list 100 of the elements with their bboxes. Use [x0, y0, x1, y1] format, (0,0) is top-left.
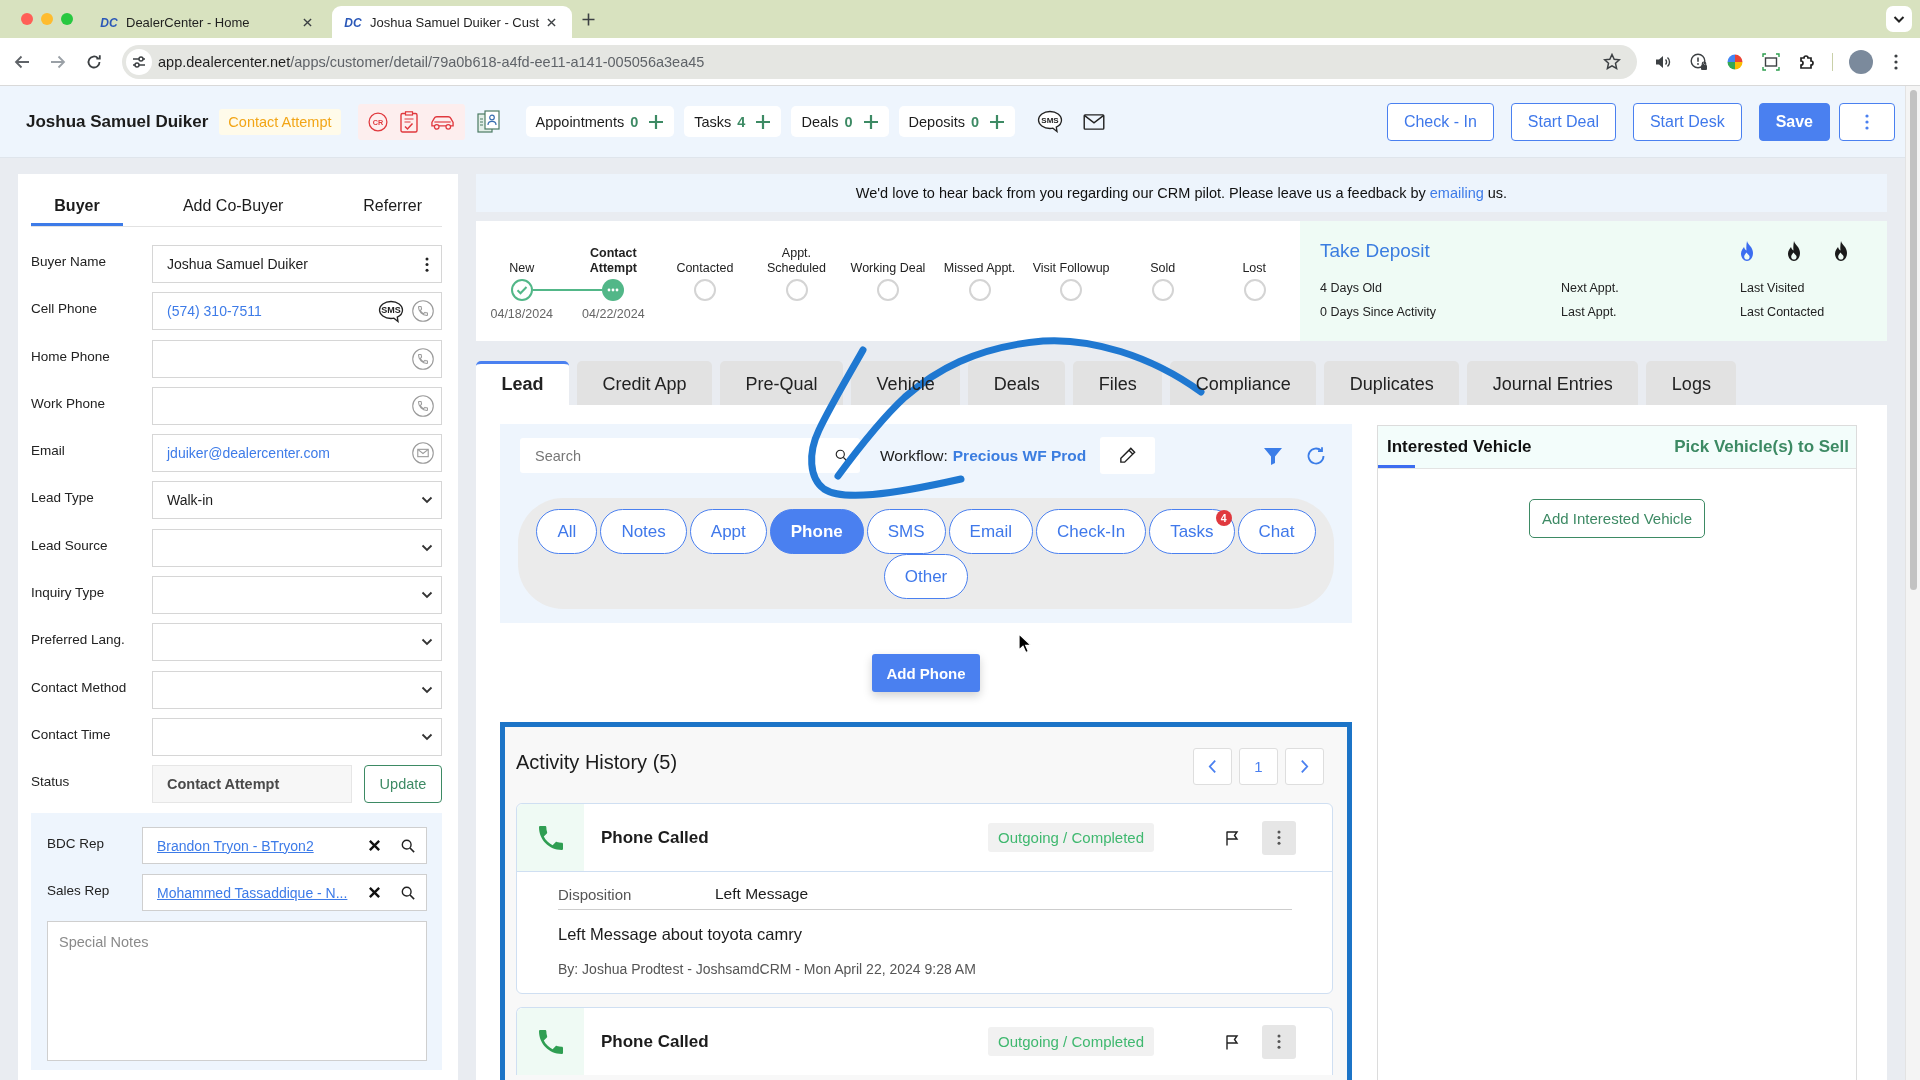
page-tab[interactable]: Logs	[1646, 361, 1737, 405]
rep-link[interactable]: Brandon Tryon - BTryon2	[157, 837, 314, 854]
scrollbar-thumb[interactable]	[1909, 90, 1917, 590]
search-icon[interactable]	[835, 449, 848, 462]
filter-button[interactable]: Tasks 4	[1149, 509, 1235, 554]
search-icon[interactable]	[401, 885, 415, 900]
panel-tab[interactable]: Interested Vehicle	[1378, 426, 1541, 468]
page-tab[interactable]: Compliance	[1170, 361, 1317, 405]
save-button[interactable]: Save	[1758, 102, 1830, 141]
browser-tab[interactable]: DC Joshua Samuel Duiker - Cust	[332, 6, 573, 38]
next-page-button[interactable]	[1285, 748, 1324, 785]
close-window-icon[interactable]	[21, 13, 33, 25]
search-field[interactable]: Search	[520, 438, 860, 473]
back-icon[interactable]	[14, 53, 30, 70]
more-button[interactable]	[1262, 820, 1296, 855]
page-number-button[interactable]: 1	[1239, 748, 1278, 785]
clear-icon[interactable]	[368, 886, 381, 900]
filter-button[interactable]: Other	[883, 554, 969, 599]
input-field[interactable]: Joshua Samuel Duiker	[152, 245, 442, 283]
phone-field[interactable]	[152, 386, 442, 425]
search-icon[interactable]	[401, 838, 415, 853]
forward-icon[interactable]	[50, 53, 66, 70]
previous-page-button[interactable]	[1193, 748, 1232, 785]
clear-icon[interactable]	[368, 839, 381, 853]
filter-button[interactable]: Email	[948, 509, 1034, 554]
update-button[interactable]: Update	[364, 765, 442, 804]
flag-icon[interactable]	[1225, 1033, 1239, 1050]
filter-button[interactable]: Appt	[689, 509, 767, 554]
dropdown-field[interactable]	[152, 670, 442, 709]
more-button[interactable]	[1839, 102, 1895, 141]
page-tab[interactable]: Journal Entries	[1467, 361, 1639, 405]
phone-circle-icon[interactable]	[412, 300, 434, 323]
page-tab[interactable]: Lead	[476, 361, 569, 405]
site-settings-icon[interactable]	[126, 48, 152, 75]
lookup-field[interactable]: Mohammed Tassaddique - N...	[142, 874, 427, 912]
more-button[interactable]	[1262, 1024, 1296, 1059]
buyer-tab[interactable]: Buyer	[31, 186, 123, 226]
take-deposit-link[interactable]: Take Deposit	[1320, 240, 1430, 262]
filter-button[interactable]: Chat	[1237, 509, 1316, 554]
pick-vehicle-link[interactable]: Pick Vehicle(s) to Sell	[1674, 437, 1849, 457]
frame-icon[interactable]	[1762, 52, 1780, 71]
add-vehicle-button[interactable]: Add Interested Vehicle	[1528, 499, 1706, 538]
contact-card-icon[interactable]	[476, 109, 501, 134]
flame-icon[interactable]	[1785, 241, 1803, 261]
add-phone-button[interactable]: Add Phone	[872, 654, 980, 692]
dropdown-field[interactable]: Walk-in	[152, 481, 442, 520]
add-button[interactable]	[648, 113, 665, 130]
dropdown-field[interactable]	[152, 623, 442, 662]
close-icon[interactable]	[303, 17, 312, 27]
header-button[interactable]: Start Desk	[1632, 102, 1742, 141]
header-button[interactable]: Check - In	[1386, 102, 1494, 141]
flag-icon[interactable]	[1225, 829, 1239, 846]
page-tab[interactable]: Pre-Qual	[720, 361, 844, 405]
flame-icon[interactable]	[1832, 241, 1850, 261]
browser-tab[interactable]: DC DealerCenter - Home	[88, 6, 328, 38]
close-icon[interactable]	[547, 17, 557, 27]
filter-button[interactable]: Notes	[600, 509, 687, 554]
scrollbar[interactable]	[1905, 86, 1920, 1080]
edit-button[interactable]	[1100, 437, 1156, 474]
address-bar[interactable]: app.dealercenter.net/apps/customer/detail/79a0b618-a4fd-ee11-a141-005056a3ea45	[122, 44, 1637, 79]
more-icon[interactable]	[425, 256, 429, 272]
buyer-tab[interactable]: Add Co-Buyer	[162, 186, 304, 226]
lock-badge-icon[interactable]	[1690, 52, 1708, 71]
buyer-tab[interactable]: Referrer	[343, 186, 442, 226]
filter-button[interactable]: SMS	[866, 509, 946, 554]
filter-button[interactable]: Check-In	[1036, 509, 1147, 554]
more-icon[interactable]	[1894, 53, 1898, 70]
header-button[interactable]: Start Deal	[1510, 102, 1616, 141]
refresh-icon[interactable]	[1306, 445, 1326, 466]
dropdown-field[interactable]	[152, 576, 442, 615]
puzzle-icon[interactable]	[1798, 52, 1816, 71]
filter-icon[interactable]	[1263, 445, 1283, 466]
dots-circle-icon[interactable]	[602, 279, 625, 301]
envelope-icon[interactable]	[1083, 113, 1106, 130]
page-tab[interactable]: Duplicates	[1324, 361, 1460, 405]
add-button[interactable]	[755, 113, 772, 130]
phone-field[interactable]	[152, 339, 442, 378]
sms-bubble-icon[interactable]: SMS	[1037, 110, 1064, 133]
filter-button[interactable]: Phone	[769, 509, 864, 554]
chevron-down-icon[interactable]	[1886, 6, 1912, 32]
checklist-icon[interactable]	[398, 110, 419, 133]
phone-circle-icon[interactable]	[412, 394, 434, 417]
color-wheel-icon[interactable]	[1726, 52, 1744, 71]
rep-link[interactable]: Mohammed Tassaddique - N...	[157, 884, 348, 901]
avatar-icon[interactable]	[1849, 49, 1873, 74]
page-tab[interactable]: Credit App	[577, 361, 713, 405]
email-field[interactable]: jduiker@dealercenter.com	[152, 434, 442, 473]
circled-cr-icon[interactable]: CR	[367, 110, 388, 133]
lookup-field[interactable]: Brandon Tryon - BTryon2	[142, 827, 427, 865]
plus-icon[interactable]	[582, 12, 596, 26]
emailing-link[interactable]: emailing	[1429, 185, 1484, 201]
dropdown-field[interactable]	[152, 717, 442, 756]
dropdown-field[interactable]	[152, 528, 442, 567]
add-button[interactable]	[989, 113, 1006, 130]
filter-button[interactable]: All	[536, 509, 598, 554]
add-button[interactable]	[862, 113, 879, 130]
special-notes-field[interactable]: Special Notes	[47, 921, 427, 1062]
reload-icon[interactable]	[86, 53, 102, 70]
phone-field[interactable]: (574) 310-7511 SMS	[152, 292, 442, 331]
page-tab[interactable]: Deals	[968, 361, 1066, 405]
